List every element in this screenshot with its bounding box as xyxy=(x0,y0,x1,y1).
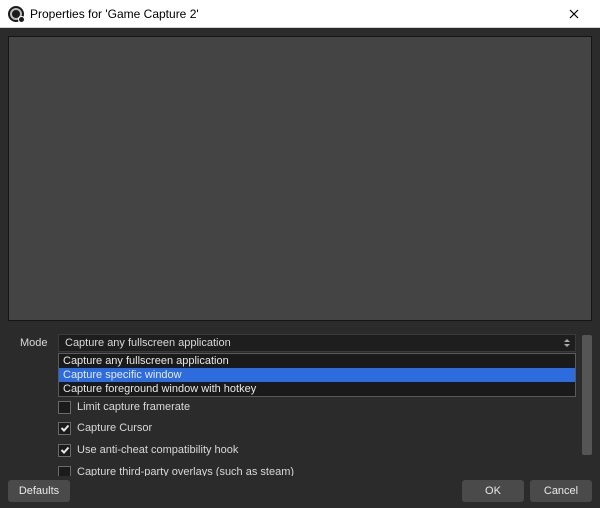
third-party-overlays-label: Capture third-party overlays (such as st… xyxy=(77,466,294,476)
capture-cursor-checkbox[interactable] xyxy=(58,422,71,435)
dialog-body: Mode Capture any fullscreen application … xyxy=(0,28,600,508)
cancel-button[interactable]: Cancel xyxy=(530,480,592,502)
limit-framerate-label: Limit capture framerate xyxy=(77,401,190,413)
window-title: Properties for 'Game Capture 2' xyxy=(30,7,554,21)
obs-app-icon xyxy=(8,6,24,22)
third-party-overlays-checkbox[interactable] xyxy=(58,466,71,477)
third-party-overlays-row[interactable]: Capture third-party overlays (such as st… xyxy=(58,461,576,476)
select-spinner-icon xyxy=(561,336,573,350)
scrollbar-thumb[interactable] xyxy=(582,335,592,455)
check-icon xyxy=(60,423,70,433)
mode-select[interactable]: Capture any fullscreen application xyxy=(58,334,576,352)
capture-cursor-row[interactable]: Capture Cursor xyxy=(58,417,576,439)
properties-form: Mode Capture any fullscreen application … xyxy=(8,333,592,476)
mode-option-foreground-hotkey[interactable]: Capture foreground window with hotkey xyxy=(59,382,575,396)
mode-label: Mode xyxy=(8,337,58,349)
capture-cursor-label: Capture Cursor xyxy=(77,422,152,434)
mode-option-fullscreen[interactable]: Capture any fullscreen application xyxy=(59,354,575,368)
window-close-button[interactable] xyxy=(554,0,594,28)
anti-cheat-hook-row[interactable]: Use anti-cheat compatibility hook xyxy=(58,439,576,461)
mode-select-value: Capture any fullscreen application xyxy=(65,337,231,349)
limit-framerate-row[interactable]: Limit capture framerate xyxy=(58,397,576,417)
titlebar: Properties for 'Game Capture 2' xyxy=(0,0,600,28)
anti-cheat-hook-checkbox[interactable] xyxy=(58,444,71,457)
mode-row: Mode Capture any fullscreen application xyxy=(8,333,576,353)
defaults-button[interactable]: Defaults xyxy=(8,480,70,502)
mode-dropdown-list[interactable]: Capture any fullscreen application Captu… xyxy=(58,353,576,397)
mode-option-specific-window[interactable]: Capture specific window xyxy=(59,368,575,382)
limit-framerate-checkbox[interactable] xyxy=(58,401,71,414)
ok-button[interactable]: OK xyxy=(462,480,524,502)
properties-scrollbar[interactable] xyxy=(582,333,592,476)
anti-cheat-hook-label: Use anti-cheat compatibility hook xyxy=(77,444,238,456)
close-icon xyxy=(569,9,579,19)
source-preview xyxy=(8,36,592,321)
dialog-footer: Defaults OK Cancel xyxy=(8,476,592,502)
check-icon xyxy=(60,445,70,455)
